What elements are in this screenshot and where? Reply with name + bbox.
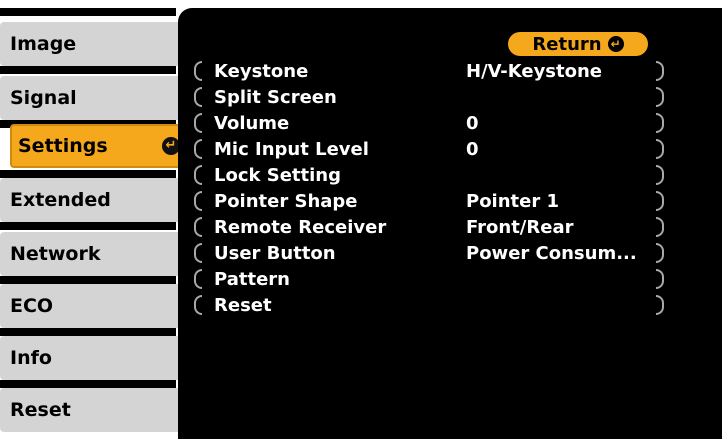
sidebar-item-info[interactable]: Info xyxy=(0,336,188,380)
divider xyxy=(0,276,176,284)
item-value: 0 xyxy=(466,112,479,134)
item-value: Pointer 1 xyxy=(466,190,560,212)
item-label: Pattern xyxy=(214,268,290,290)
sidebar: Image Signal Settings ↵ Extended Network… xyxy=(0,0,200,439)
item-label: Pointer Shape xyxy=(214,190,358,212)
menu-item-pointer-shape[interactable]: Pointer Shape Pointer 1 xyxy=(194,190,664,212)
item-value: H/V-Keystone xyxy=(466,60,603,82)
sidebar-item-label: Signal xyxy=(10,87,77,109)
sidebar-item-reset[interactable]: Reset xyxy=(0,388,188,432)
sidebar-item-label: ECO xyxy=(10,295,54,317)
sidebar-item-label: Image xyxy=(10,33,77,55)
menu-item-lock-setting[interactable]: Lock Setting xyxy=(194,164,664,186)
menu-item-pattern[interactable]: Pattern xyxy=(194,268,664,290)
sidebar-item-image[interactable]: Image xyxy=(0,22,188,66)
menu-item-user-button[interactable]: User Button Power Consum... xyxy=(194,242,664,264)
sidebar-item-network[interactable]: Network xyxy=(0,232,188,276)
sidebar-item-label: Network xyxy=(10,243,101,265)
menu-item-volume[interactable]: Volume 0 xyxy=(194,112,664,134)
settings-panel: Return ↵ Keystone H/V-Keystone Split Scr… xyxy=(178,8,722,439)
enter-icon: ↵ xyxy=(607,36,624,52)
item-label: User Button xyxy=(214,242,336,264)
item-label: Keystone xyxy=(214,60,309,82)
item-label: Split Screen xyxy=(214,86,337,108)
divider xyxy=(0,170,176,178)
return-button[interactable]: Return ↵ xyxy=(508,32,648,56)
divider xyxy=(0,328,176,336)
item-label: Reset xyxy=(214,294,272,316)
divider xyxy=(0,66,176,74)
divider xyxy=(0,8,176,16)
sidebar-item-label: Reset xyxy=(10,399,71,421)
sidebar-item-label: Settings xyxy=(18,135,108,157)
item-label: Remote Receiver xyxy=(214,216,387,238)
sidebar-item-label: Extended xyxy=(10,189,111,211)
menu-item-mic-input-level[interactable]: Mic Input Level 0 xyxy=(194,138,664,160)
menu-item-reset[interactable]: Reset xyxy=(194,294,664,316)
menu-item-keystone[interactable]: Keystone H/V-Keystone xyxy=(194,60,664,82)
sidebar-item-eco[interactable]: ECO xyxy=(0,284,188,328)
menu-item-split-screen[interactable]: Split Screen xyxy=(194,86,664,108)
sidebar-item-settings[interactable]: Settings ↵ xyxy=(10,124,190,168)
projector-menu: Image Signal Settings ↵ Extended Network… xyxy=(0,0,722,439)
item-value: 0 xyxy=(466,138,479,160)
item-value: Front/Rear xyxy=(466,216,574,238)
menu-item-remote-receiver[interactable]: Remote Receiver Front/Rear xyxy=(194,216,664,238)
item-value: Power Consum... xyxy=(466,242,637,264)
item-label: Lock Setting xyxy=(214,164,341,186)
divider xyxy=(0,380,176,388)
return-button-label: Return xyxy=(532,33,602,55)
sidebar-item-label: Info xyxy=(10,347,52,369)
item-label: Volume xyxy=(214,112,290,134)
sidebar-item-signal[interactable]: Signal xyxy=(0,76,188,120)
sidebar-item-extended[interactable]: Extended xyxy=(0,178,188,222)
divider xyxy=(0,222,176,230)
item-label: Mic Input Level xyxy=(214,138,369,160)
